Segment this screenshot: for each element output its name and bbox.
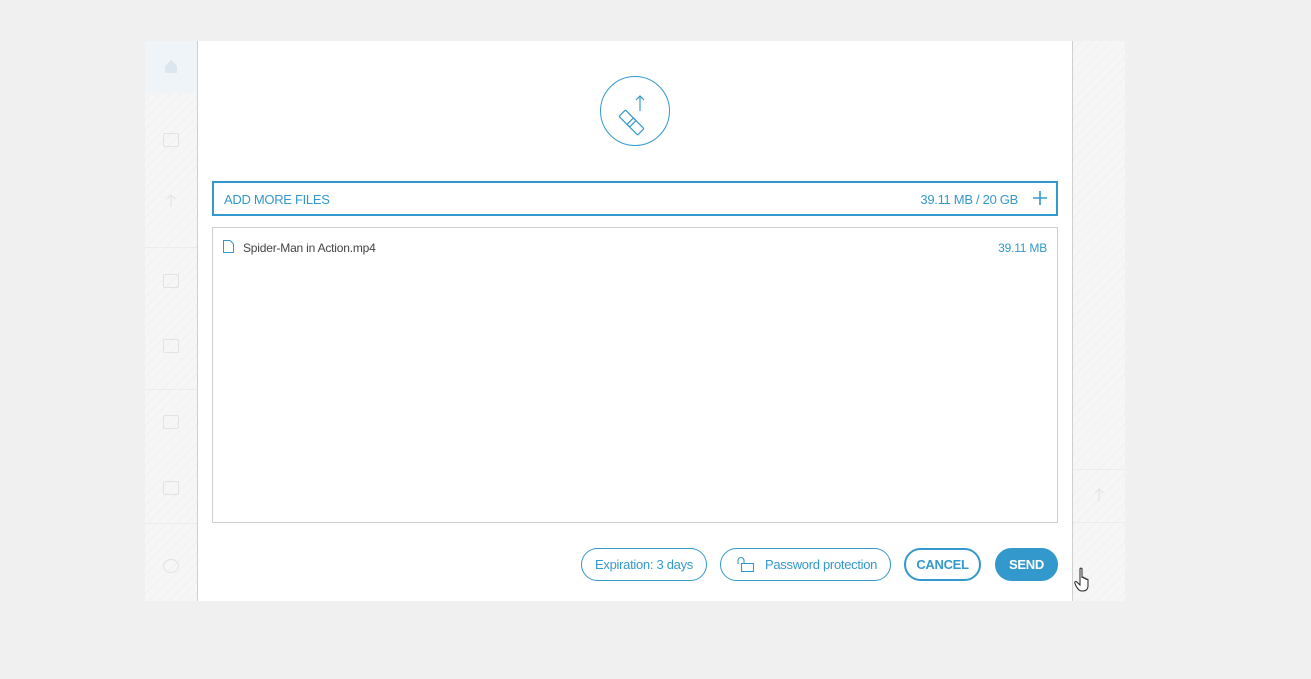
storage-quota: 39.11 MB / 20 GB: [920, 192, 1018, 207]
folder-icon[interactable]: [163, 274, 179, 288]
hand-cursor-icon: [1074, 567, 1089, 592]
home-icon: [165, 60, 177, 73]
chain-link-upload-icon: [600, 76, 670, 146]
sidebar-divider: [145, 523, 197, 524]
app-window: ADD MORE FILES 39.11 MB / 20 GB Spider-M…: [145, 41, 1125, 601]
sidebar-divider: [145, 247, 197, 248]
file-list: Spider-Man in Action.mp4 39.11 MB: [212, 227, 1058, 523]
send-files-dialog: ADD MORE FILES 39.11 MB / 20 GB Spider-M…: [197, 41, 1089, 601]
document-icon[interactable]: [163, 415, 179, 429]
shared-folder-icon[interactable]: [163, 339, 179, 353]
add-more-files-label: ADD MORE FILES: [224, 192, 330, 207]
password-protection-label: Password protection: [765, 557, 878, 572]
add-more-files-button[interactable]: ADD MORE FILES 39.11 MB / 20 GB: [212, 181, 1058, 216]
send-button[interactable]: SEND: [995, 548, 1058, 581]
plus-icon[interactable]: [1032, 190, 1048, 206]
arrow-up-icon[interactable]: [1091, 487, 1107, 503]
upload-icon[interactable]: [163, 193, 179, 207]
sidebar-divider: [1073, 469, 1125, 470]
unlocked-padlock-icon: [737, 557, 755, 572]
password-protection-button[interactable]: Password protection: [720, 548, 891, 581]
expiration-label: Expiration: 3 days: [595, 557, 693, 572]
sidebar-divider: [145, 389, 197, 390]
left-sidebar: [145, 41, 197, 601]
mail-icon[interactable]: [163, 133, 179, 147]
right-sidebar: [1073, 41, 1125, 601]
archive-icon[interactable]: [163, 481, 179, 495]
list-item[interactable]: Spider-Man in Action.mp4 39.11 MB: [213, 238, 1057, 258]
sidebar-divider: [1073, 522, 1125, 523]
cancel-button[interactable]: CANCEL: [904, 548, 981, 581]
file-name: Spider-Man in Action.mp4: [243, 241, 376, 255]
expiration-button[interactable]: Expiration: 3 days: [581, 548, 707, 581]
file-size: 39.11 MB: [998, 241, 1047, 255]
file-icon: [223, 240, 234, 253]
sidebar-home[interactable]: [145, 41, 197, 93]
settings-icon[interactable]: [163, 559, 179, 573]
